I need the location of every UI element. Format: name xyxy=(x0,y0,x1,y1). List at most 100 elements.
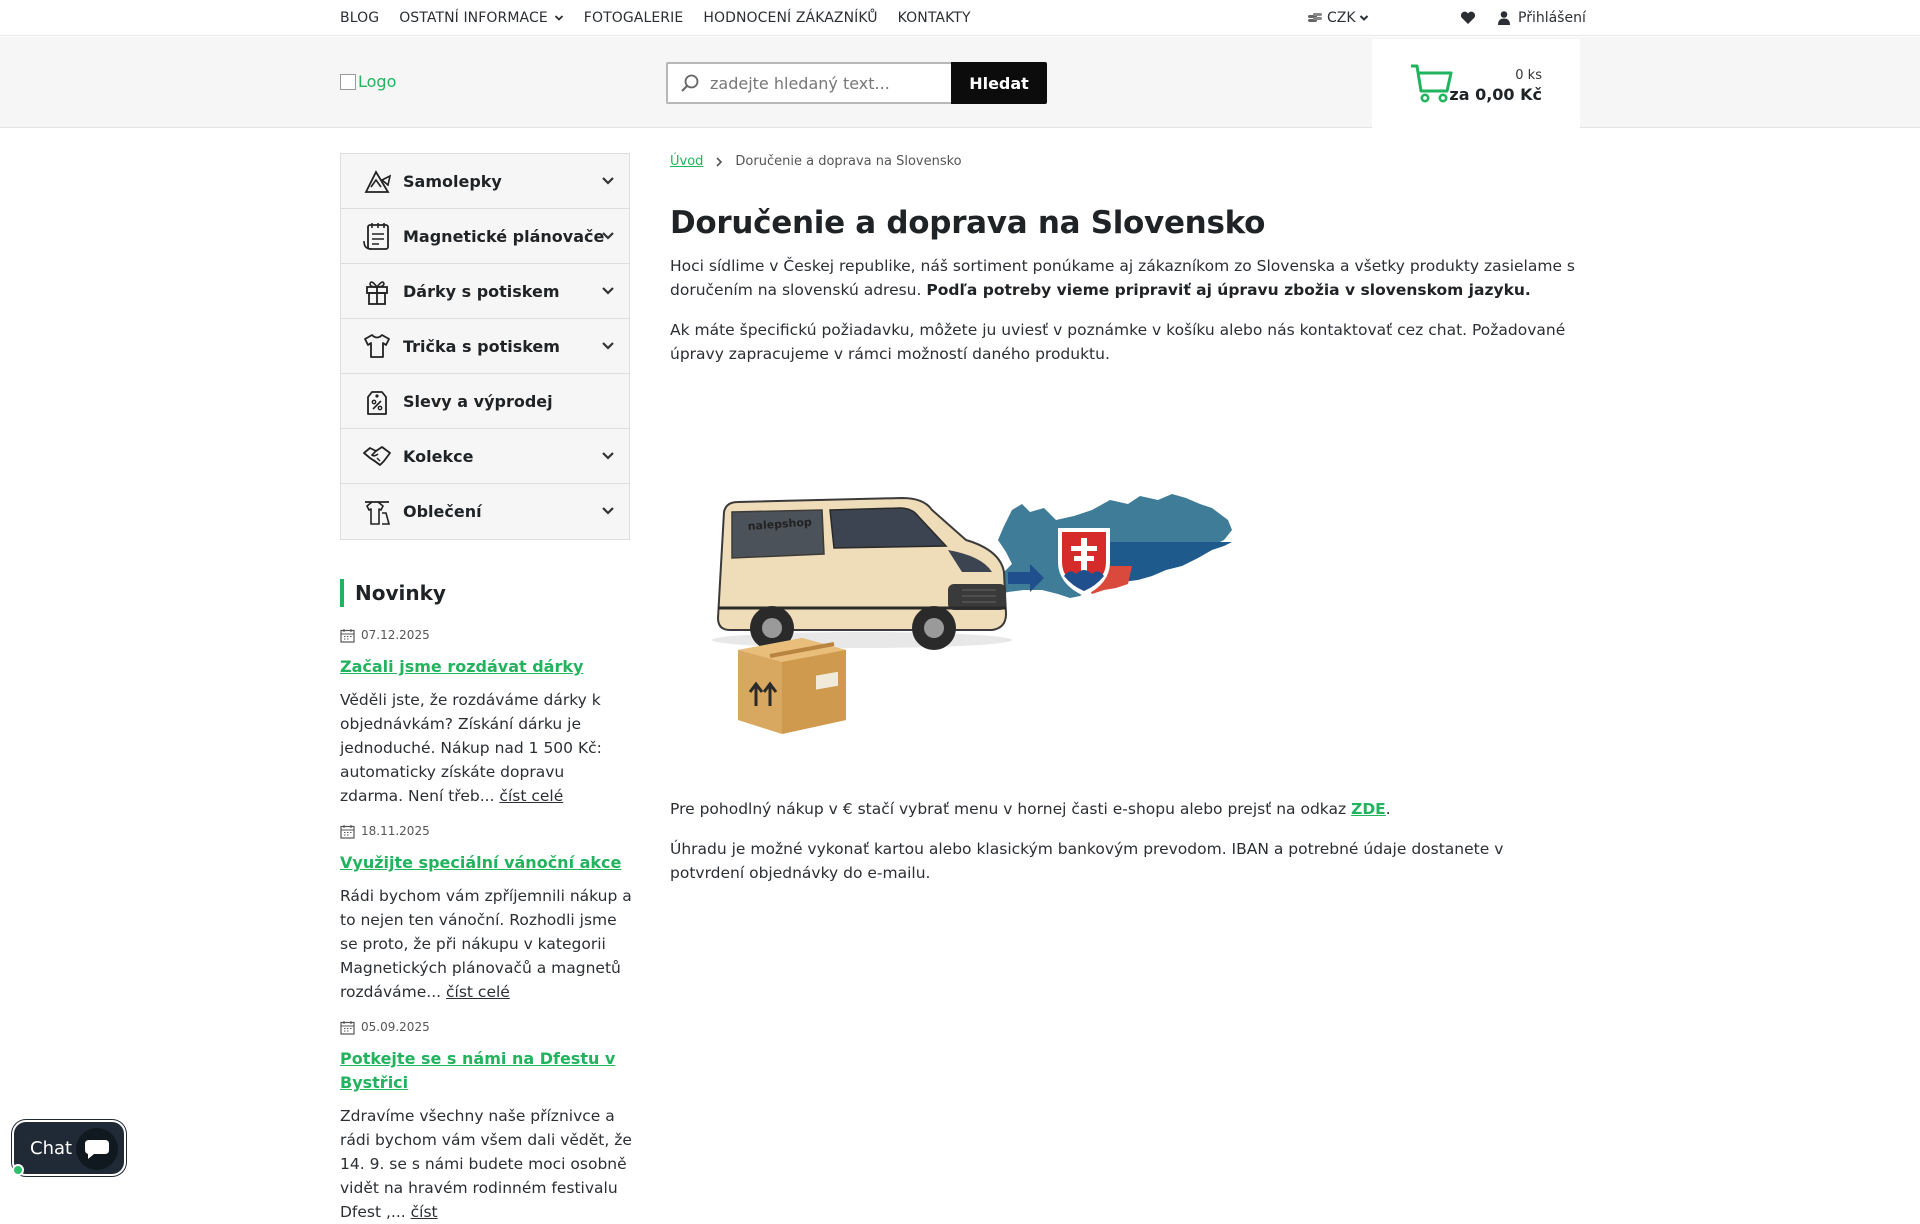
read-more-link[interactable]: číst celé xyxy=(499,787,563,805)
category-menu: Samolepky Magnetické plánovače Dárky s p… xyxy=(340,153,630,540)
read-more-link[interactable]: číst celé xyxy=(446,983,510,1001)
top-bar: BLOG OSTATNÍ INFORMACE FOTOGALERIE HODNO… xyxy=(0,0,1920,36)
category-label: Slevy a výprodej xyxy=(403,391,553,411)
category-label: Samolepky xyxy=(403,171,502,191)
online-status-indicator xyxy=(12,1164,24,1176)
currency-label: CZK xyxy=(1327,10,1356,26)
chevron-right-icon xyxy=(716,156,723,167)
news-heading: Novinky xyxy=(340,579,446,607)
chevron-down-icon xyxy=(602,452,614,460)
search-icon xyxy=(681,74,699,92)
broken-image-icon xyxy=(340,73,356,90)
intro-bold-text: Podľa potreby vieme pripraviť aj úpravu … xyxy=(926,281,1531,299)
news-title-link[interactable]: Začali jsme rozdávat dárky xyxy=(340,655,632,679)
chevron-down-icon xyxy=(554,15,563,21)
news-date: 05.09.2025 xyxy=(340,1019,632,1035)
news-date-text: 18.11.2025 xyxy=(361,824,430,838)
currency-paragraph: Pre pohodlný nákup v € stačí vybrať menu… xyxy=(670,797,1582,821)
discount-tag-icon xyxy=(361,385,393,417)
planner-icon xyxy=(361,220,393,252)
breadcrumb-current: Doručenie a doprava na Slovensko xyxy=(735,154,962,169)
cart-total: za 0,00 Kč xyxy=(1449,85,1542,104)
category-label: Kolekce xyxy=(403,446,474,466)
nav-customer-reviews[interactable]: HODNOCENÍ ZÁKAZNÍKŮ xyxy=(703,10,877,26)
currency-text-end: . xyxy=(1385,800,1391,818)
nav-other-info-label: OSTATNÍ INFORMACE xyxy=(399,10,548,26)
heart-icon[interactable] xyxy=(1460,11,1476,25)
currency-selector[interactable]: CZK xyxy=(1308,0,1374,36)
news-date-text: 07.12.2025 xyxy=(361,628,430,642)
cart-widget[interactable]: 0 ks za 0,00 Kč xyxy=(1372,39,1580,128)
news-excerpt: Věděli jste, že rozdáváme dárky k objedn… xyxy=(340,688,632,808)
currency-text: Pre pohodlný nákup v € stačí vybrať menu… xyxy=(670,800,1352,818)
category-label: Oblečení xyxy=(403,502,482,521)
request-paragraph: Ak máte špecifickú požiadavku, môžete ju… xyxy=(670,321,1566,363)
news-item: 07.12.2025 Začali jsme rozdávat dárky Vě… xyxy=(340,627,632,808)
news-item: 05.09.2025 Potkejte se s námi na Dfestu … xyxy=(340,1019,632,1224)
nav-customer-reviews-label: HODNOCENÍ ZÁKAZNÍKŮ xyxy=(703,10,878,26)
calendar-icon xyxy=(340,1020,355,1035)
handshake-icon xyxy=(361,440,393,472)
page-title: Doručenie a doprava na Slovensko xyxy=(670,205,1266,241)
nav-blog[interactable]: BLOG xyxy=(340,10,379,26)
news-excerpt-text: Zdravíme všechny naše příznivce a rádi b… xyxy=(340,1107,632,1221)
category-item-kolekce[interactable]: Kolekce xyxy=(341,429,629,484)
nav-photo-gallery[interactable]: FOTOGALERIE xyxy=(584,10,684,26)
header: Logo Hledat 0 ks za 0,00 Kč xyxy=(0,37,1920,128)
logo-alt-text: Logo xyxy=(358,72,397,91)
nav-other-info[interactable]: OSTATNÍ INFORMACE xyxy=(399,10,564,26)
cart-quantity: 0 ks xyxy=(1515,68,1542,83)
chat-button[interactable]: Chat xyxy=(12,1120,126,1176)
coins-icon xyxy=(1308,13,1322,22)
news-date-text: 05.09.2025 xyxy=(361,1020,430,1034)
category-label: Dárky s potiskem xyxy=(403,281,560,301)
nav-contacts[interactable]: KONTAKTY xyxy=(898,10,971,26)
category-item-slevy[interactable]: Slevy a výprodej xyxy=(341,374,629,429)
package-box xyxy=(738,638,846,734)
read-more-link[interactable]: číst xyxy=(411,1203,438,1221)
zde-link[interactable]: ZDE xyxy=(1351,800,1386,818)
news-title-link[interactable]: Využijte speciální vánoční akce xyxy=(340,851,632,875)
search-field xyxy=(666,62,951,104)
search-bar: Hledat xyxy=(666,62,1047,104)
intro-paragraph: Hoci sídlime v Českej republike, náš sor… xyxy=(670,254,1582,302)
login-label: Přihlášení xyxy=(1518,10,1586,26)
search-button[interactable]: Hledat xyxy=(951,62,1047,104)
delivery-illustration: nalepshop xyxy=(712,494,1232,734)
news-date: 07.12.2025 xyxy=(340,627,632,643)
calendar-icon xyxy=(340,824,355,839)
top-navigation: BLOG OSTATNÍ INFORMACE FOTOGALERIE HODNO… xyxy=(340,0,991,36)
chevron-down-icon xyxy=(602,342,614,350)
cart-icon xyxy=(1411,64,1453,103)
tshirt-icon xyxy=(361,330,393,362)
news-date: 18.11.2025 xyxy=(340,823,632,839)
category-item-samolepky[interactable]: Samolepky xyxy=(341,154,629,209)
chevron-down-icon xyxy=(602,287,614,295)
chat-label: Chat xyxy=(30,1137,73,1159)
category-item-tricka[interactable]: Trička s potiskem xyxy=(341,319,629,374)
chevron-down-icon xyxy=(602,232,614,240)
news-excerpt: Zdravíme všechny naše příznivce a rádi b… xyxy=(340,1104,632,1224)
breadcrumb: Úvod Doručenie a doprava na Slovensko xyxy=(670,154,962,169)
nav-blog-label: BLOG xyxy=(340,10,380,26)
category-label: Magnetické plánovače xyxy=(403,226,605,246)
logo[interactable]: Logo xyxy=(340,72,396,91)
login-link[interactable]: Přihlášení xyxy=(1498,10,1586,26)
news-title-link[interactable]: Potkejte se s námi na Dfestu v Bystřici xyxy=(340,1047,632,1095)
sticker-icon xyxy=(361,165,393,197)
chat-bubble-icon xyxy=(76,1128,118,1170)
calendar-icon xyxy=(340,628,355,643)
search-input[interactable] xyxy=(710,73,930,93)
news-item: 18.11.2025 Využijte speciální vánoční ak… xyxy=(340,823,632,1004)
chevron-down-icon xyxy=(602,507,614,515)
clothing-icon xyxy=(361,496,393,528)
category-item-magneticke-planovace[interactable]: Magnetické plánovače xyxy=(341,209,629,264)
user-icon xyxy=(1498,11,1510,25)
nav-photo-gallery-label: FOTOGALERIE xyxy=(583,10,684,26)
category-item-obleceni[interactable]: Oblečení xyxy=(341,484,629,539)
breadcrumb-home-link[interactable]: Úvod xyxy=(670,154,703,169)
category-item-darky[interactable]: Dárky s potiskem xyxy=(341,264,629,319)
payment-paragraph: Úhradu je možné vykonať kartou alebo kla… xyxy=(670,840,1504,882)
nav-contacts-label: KONTAKTY xyxy=(897,10,971,26)
category-label: Trička s potiskem xyxy=(403,336,560,356)
